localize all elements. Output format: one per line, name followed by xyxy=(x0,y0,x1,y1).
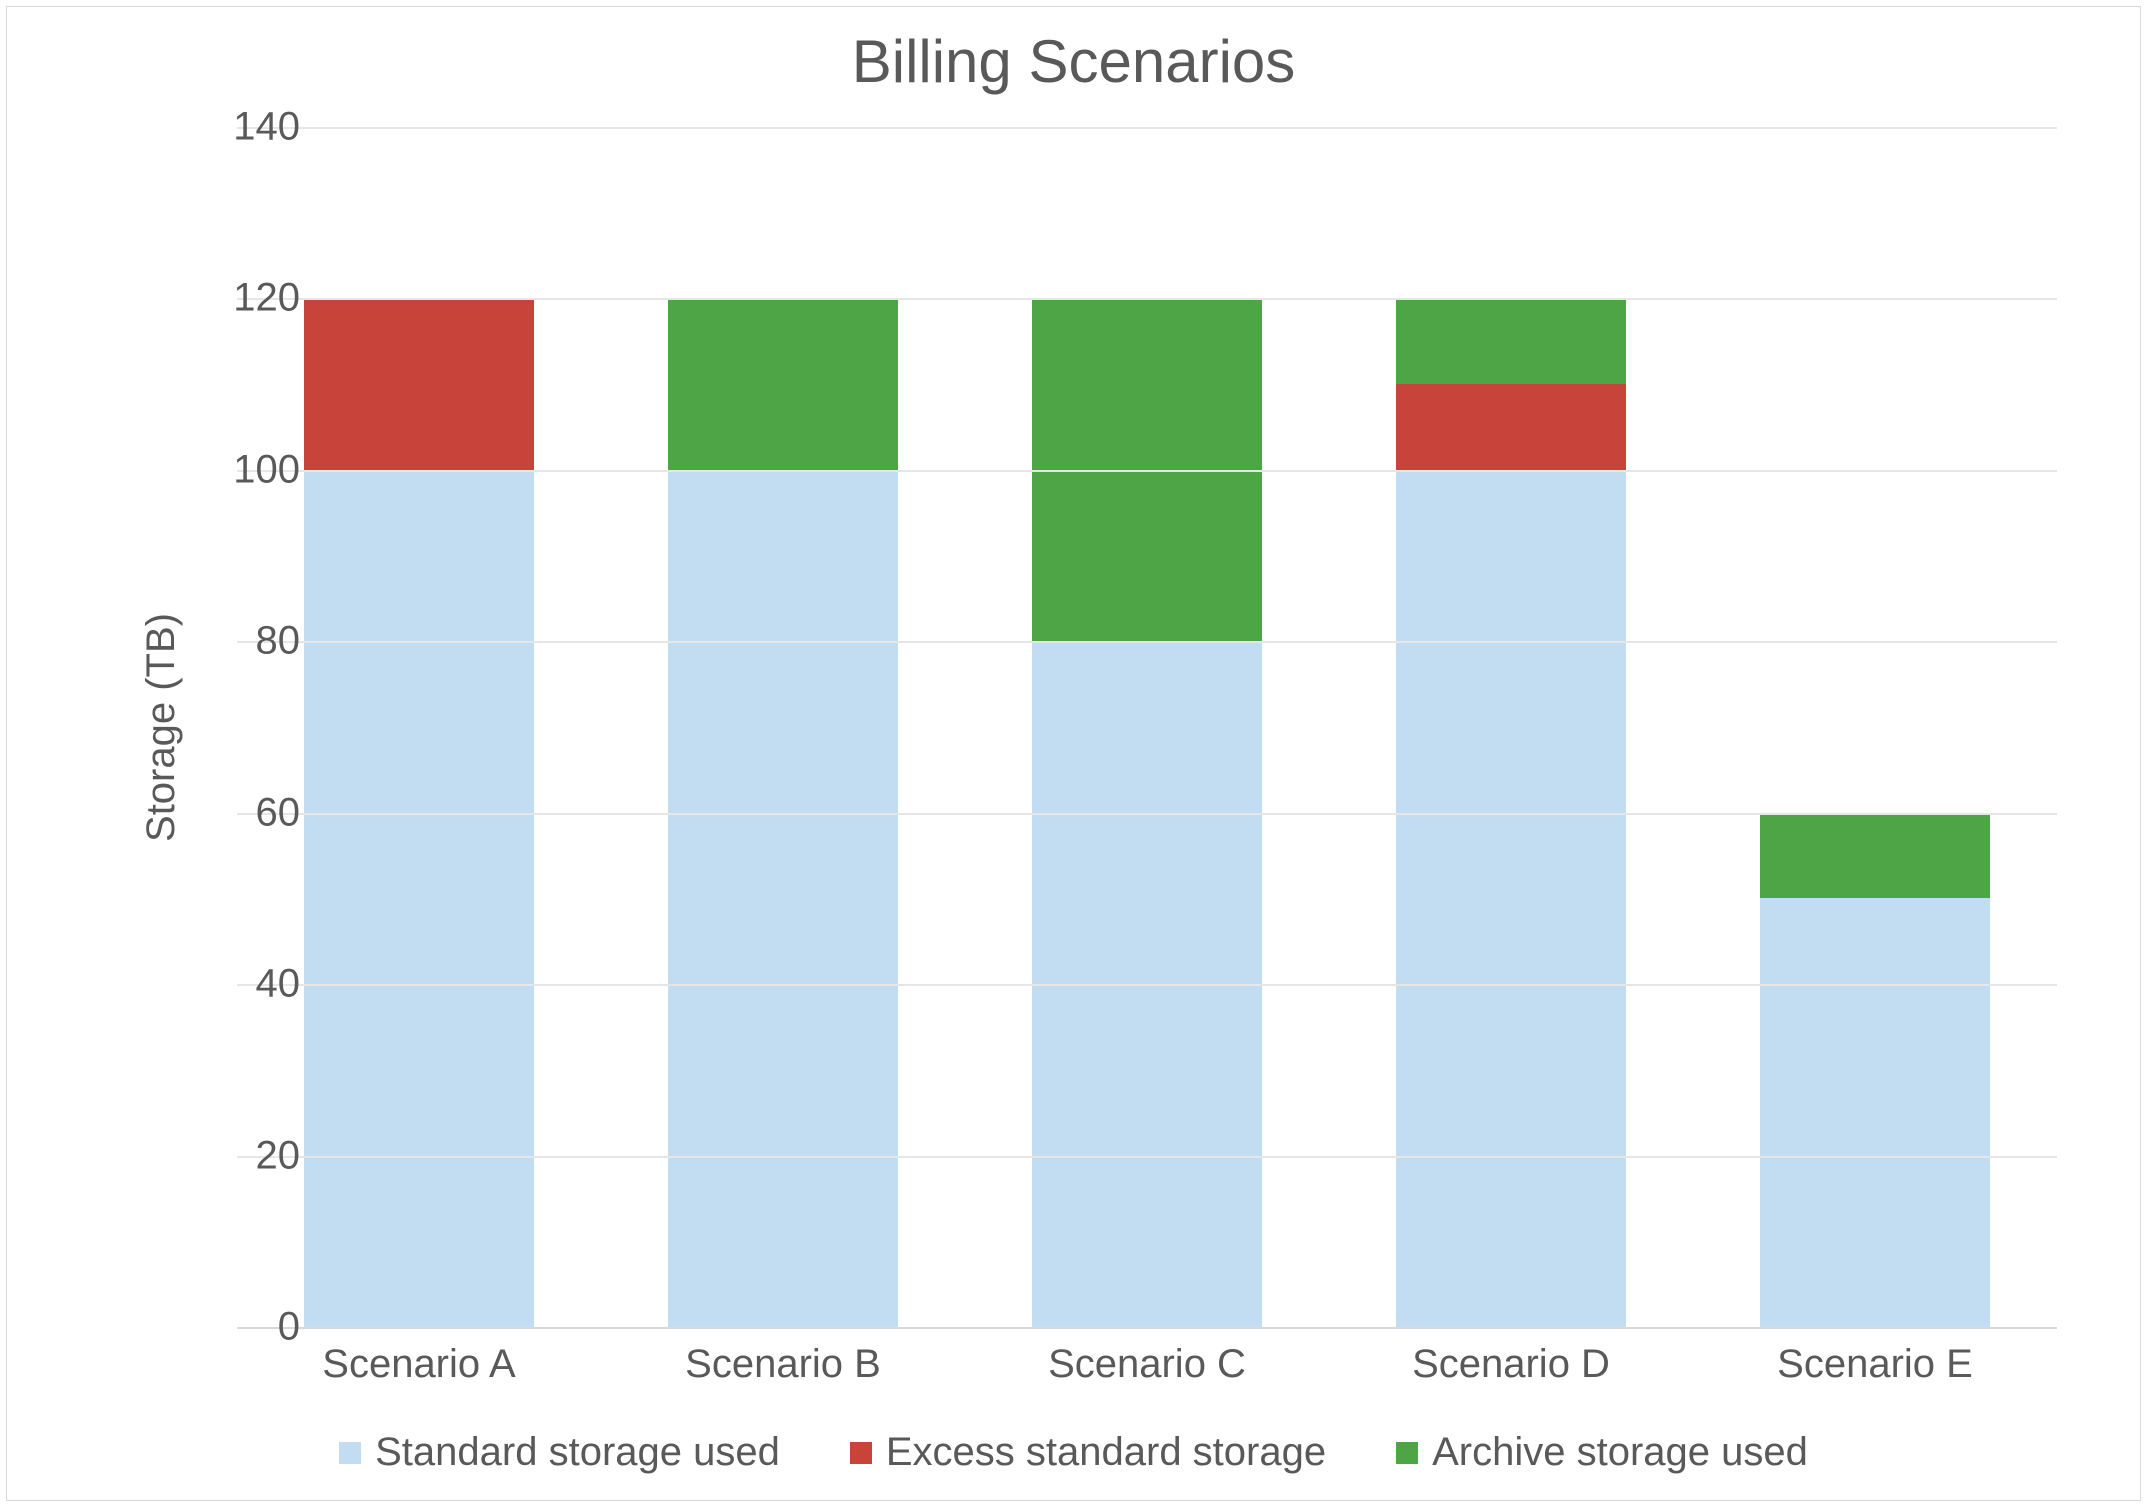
legend-label: Standard storage used xyxy=(375,1430,780,1475)
y-tick-label: 120 xyxy=(180,276,300,321)
legend-item: Excess standard storage xyxy=(850,1430,1326,1475)
x-tick-label: Scenario B xyxy=(601,1342,965,1387)
gridline xyxy=(237,984,2057,986)
gridline xyxy=(237,1327,2057,1329)
x-tick-label: Scenario C xyxy=(965,1342,1329,1387)
x-tick-label: Scenario A xyxy=(237,1342,601,1387)
y-tick-label: 20 xyxy=(180,1133,300,1178)
bar-segment xyxy=(304,470,534,1327)
bar-segment xyxy=(1396,384,1626,470)
legend-label: Excess standard storage xyxy=(886,1430,1326,1475)
y-tick-label: 140 xyxy=(180,105,300,150)
y-tick-label: 40 xyxy=(180,962,300,1007)
gridline xyxy=(237,641,2057,643)
y-tick-label: 60 xyxy=(180,790,300,835)
x-tick-label: Scenario E xyxy=(1693,1342,2057,1387)
bar-segment xyxy=(1760,898,1990,1327)
bars-layer xyxy=(237,127,2057,1327)
plot-area xyxy=(237,127,2057,1327)
chart-frame: Billing Scenarios Storage (TB) Standard … xyxy=(6,6,2141,1501)
gridline xyxy=(237,127,2057,129)
bar-segment xyxy=(1760,813,1990,899)
gridline xyxy=(237,1156,2057,1158)
legend-item: Archive storage used xyxy=(1396,1430,1808,1475)
gridline xyxy=(237,298,2057,300)
legend-label: Archive storage used xyxy=(1432,1430,1808,1475)
legend-swatch xyxy=(1396,1442,1418,1464)
bar-segment xyxy=(1396,298,1626,384)
legend-swatch xyxy=(850,1442,872,1464)
bar-segment xyxy=(668,470,898,1327)
bar-segment xyxy=(668,298,898,469)
legend-item: Standard storage used xyxy=(339,1430,780,1475)
gridline xyxy=(237,813,2057,815)
y-tick-label: 80 xyxy=(180,619,300,664)
gridline xyxy=(237,470,2057,472)
legend-swatch xyxy=(339,1442,361,1464)
chart-title: Billing Scenarios xyxy=(7,27,2140,96)
y-axis-title-text: Storage (TB) xyxy=(139,613,184,842)
legend: Standard storage used Excess standard sto… xyxy=(7,1430,2140,1475)
bar-segment xyxy=(1396,470,1626,1327)
bar-segment xyxy=(304,298,534,469)
x-tick-label: Scenario D xyxy=(1329,1342,1693,1387)
y-tick-label: 100 xyxy=(180,447,300,492)
